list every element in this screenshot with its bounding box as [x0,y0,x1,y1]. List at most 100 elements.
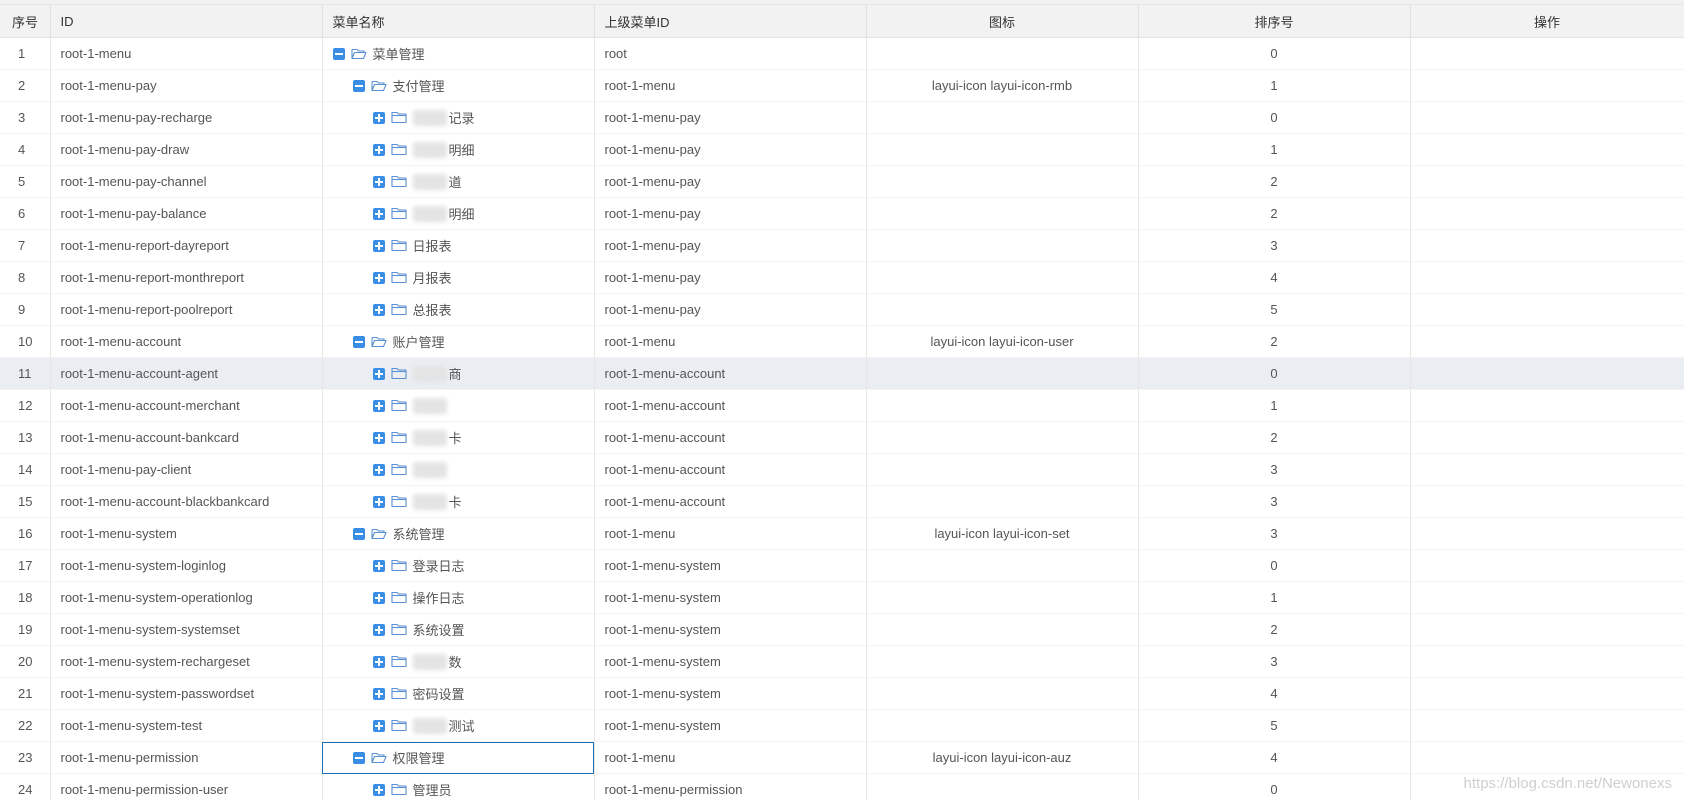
tree-node[interactable]: 明细 [333,198,584,229]
table-row[interactable]: 9 root-1-menu-report-poolreport 总报表 root-1-… [0,293,1684,326]
tree-node[interactable]: 密码设置 [333,678,584,709]
cell-menu-name[interactable]: 权限管理 [322,741,595,774]
table-row[interactable]: 19 root-1-menu-system-systemset 系统设置 root-1… [0,613,1684,646]
cell-menu-name[interactable]: 系统管理 [322,517,595,550]
tree-node[interactable]: 卡 [333,486,584,517]
tree-node[interactable]: 操作日志 [333,582,584,613]
plus-square-icon[interactable] [372,431,385,444]
table-row[interactable]: 11 root-1-menu-account-agent 商 root-1-menu-… [0,357,1684,390]
plus-square-icon[interactable] [372,495,385,508]
cell-menu-name[interactable]: 商 [322,357,595,390]
table-row[interactable]: 18 root-1-menu-system-operationlog 操作日志 roo… [0,581,1684,614]
table-row[interactable]: 10 root-1-menu-account 账户管理 root-1-menu layu… [0,325,1684,358]
tree-node[interactable]: 卡 [333,422,584,453]
tree-node[interactable]: 道 [333,166,584,197]
plus-square-icon[interactable] [372,623,385,636]
table-row[interactable]: 14 root-1-menu-pay-client root-1-menu-acco… [0,453,1684,486]
tree-node[interactable]: 测试 [333,710,584,741]
tree-node[interactable] [333,454,584,485]
cell-menu-name[interactable] [322,453,595,486]
table-row[interactable]: 22 root-1-menu-system-test 测试 root-1-menu-s… [0,709,1684,742]
tree-node[interactable]: 明细 [333,134,584,165]
plus-square-icon[interactable] [372,367,385,380]
plus-square-icon[interactable] [372,559,385,572]
table-row[interactable]: 23 root-1-menu-permission 权限管理 root-1-menu l… [0,741,1684,774]
cell-menu-name[interactable]: 日报表 [322,229,595,262]
tree-node[interactable]: 账户管理 [333,326,584,357]
table-row[interactable]: 12 root-1-menu-account-merchant root-1-men… [0,389,1684,422]
plus-square-icon[interactable] [372,303,385,316]
cell-menu-name[interactable]: 卡 [322,421,595,454]
cell-menu-name[interactable]: 卡 [322,485,595,518]
tree-node[interactable]: 登录日志 [333,550,584,581]
header-seq[interactable]: 序号 [0,5,51,38]
header-id[interactable]: ID [50,5,323,38]
table-row[interactable]: 3 root-1-menu-pay-recharge 记录 root-1-menu-p… [0,101,1684,134]
cell-menu-name[interactable]: 系统设置 [322,613,595,646]
minus-square-icon[interactable] [352,751,365,764]
plus-square-icon[interactable] [372,207,385,220]
table-row[interactable]: 13 root-1-menu-account-bankcard 卡 root-1-me… [0,421,1684,454]
plus-square-icon[interactable] [372,143,385,156]
minus-square-icon[interactable] [352,79,365,92]
minus-square-icon[interactable] [332,47,345,60]
tree-node[interactable]: 数 [333,646,584,677]
minus-square-icon[interactable] [352,335,365,348]
header-parent-id[interactable]: 上级菜单ID [594,5,867,38]
plus-square-icon[interactable] [372,271,385,284]
cell-menu-name[interactable]: 数 [322,645,595,678]
plus-square-icon[interactable] [372,783,385,796]
cell-menu-name[interactable]: 测试 [322,709,595,742]
header-operations[interactable]: 操作 [1410,5,1684,38]
plus-square-icon[interactable] [372,111,385,124]
table-row[interactable]: 6 root-1-menu-pay-balance 明细 root-1-menu-pa… [0,197,1684,230]
table-row[interactable]: 21 root-1-menu-system-passwordset 密码设置 root… [0,677,1684,710]
tree-node[interactable]: 记录 [333,102,584,133]
cell-menu-name[interactable]: 总报表 [322,293,595,326]
cell-menu-name[interactable]: 记录 [322,101,595,134]
tree-node[interactable]: 月报表 [333,262,584,293]
plus-square-icon[interactable] [372,655,385,668]
minus-square-icon[interactable] [352,527,365,540]
plus-square-icon[interactable] [372,175,385,188]
tree-node[interactable]: 商 [333,358,584,389]
cell-menu-name[interactable]: 道 [322,165,595,198]
table-row[interactable]: 24 root-1-menu-permission-user 管理员 root-1-m… [0,773,1684,800]
table-row[interactable]: 2 root-1-menu-pay 支付管理 root-1-menu layui-ico… [0,69,1684,102]
tree-node[interactable]: 日报表 [333,230,584,261]
table-row[interactable]: 8 root-1-menu-report-monthreport 月报表 root-1… [0,261,1684,294]
plus-square-icon[interactable] [372,719,385,732]
tree-node[interactable]: 管理员 [333,774,584,800]
cell-menu-name[interactable]: 菜单管理 [322,37,595,70]
header-icon[interactable]: 图标 [866,5,1139,38]
cell-menu-name[interactable]: 明细 [322,133,595,166]
table-row[interactable]: 17 root-1-menu-system-loginlog 登录日志 root-1-… [0,549,1684,582]
table-row[interactable]: 4 root-1-menu-pay-draw 明细 root-1-menu-pay 1 [0,133,1684,166]
tree-node[interactable]: 支付管理 [333,70,584,101]
table-row[interactable]: 16 root-1-menu-system 系统管理 root-1-menu layui… [0,517,1684,550]
table-row[interactable]: 1 root-1-menu 菜单管理 root 0 [0,37,1684,70]
tree-node[interactable]: 系统设置 [333,614,584,645]
tree-node[interactable]: 菜单管理 [332,38,584,69]
table-row[interactable]: 20 root-1-menu-system-rechargeset 数 root-1-… [0,645,1684,678]
header-sort[interactable]: 排序号 [1138,5,1411,38]
plus-square-icon[interactable] [372,399,385,412]
table-row[interactable]: 7 root-1-menu-report-dayreport 日报表 root-1-m… [0,229,1684,262]
plus-square-icon[interactable] [372,463,385,476]
cell-menu-name[interactable]: 支付管理 [322,69,595,102]
tree-node[interactable]: 总报表 [333,294,584,325]
table-row[interactable]: 5 root-1-menu-pay-channel 道 root-1-menu-pay… [0,165,1684,198]
cell-menu-name[interactable]: 登录日志 [322,549,595,582]
cell-menu-name[interactable]: 明细 [322,197,595,230]
plus-square-icon[interactable] [372,687,385,700]
header-menu-name[interactable]: 菜单名称 [322,5,595,38]
tree-node[interactable] [333,390,584,421]
table-row[interactable]: 15 root-1-menu-account-blackbankcard 卡 root… [0,485,1684,518]
cell-menu-name[interactable] [322,389,595,422]
cell-menu-name[interactable]: 月报表 [322,261,595,294]
plus-square-icon[interactable] [372,591,385,604]
cell-menu-name[interactable]: 操作日志 [322,581,595,614]
plus-square-icon[interactable] [372,239,385,252]
cell-menu-name[interactable]: 管理员 [322,773,595,800]
cell-menu-name[interactable]: 账户管理 [322,325,595,358]
